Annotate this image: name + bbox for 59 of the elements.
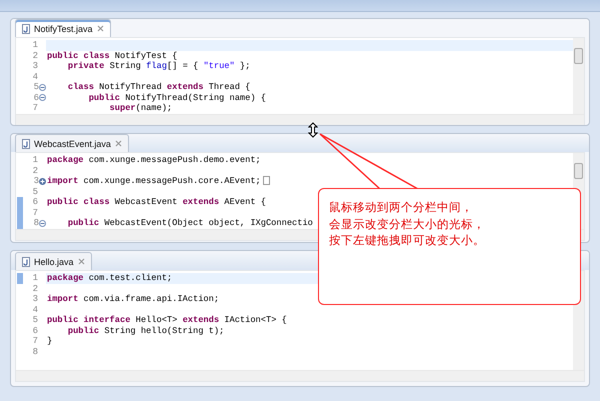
- editor-tab[interactable]: WebcastEvent.java: [15, 134, 129, 152]
- line-number: 7: [32, 208, 38, 218]
- line-number: 5: [32, 186, 38, 197]
- line-number: 7: [32, 336, 38, 346]
- line-number: 6: [34, 92, 39, 103]
- line-number: 1: [32, 40, 38, 50]
- code-line: class NotifyThread extends Thread {: [66, 82, 250, 92]
- horizontal-scrollbar[interactable]: [16, 114, 584, 124]
- editor-tab[interactable]: NotifyTest.java: [15, 19, 111, 37]
- close-icon[interactable]: [114, 140, 122, 147]
- code-line: import com.xunge.messagePush.core.AEvent;: [47, 176, 261, 186]
- java-file-icon: [22, 24, 30, 34]
- line-number: 3: [34, 176, 39, 186]
- line-number: 6: [32, 197, 38, 208]
- folded-code-icon[interactable]: [262, 176, 270, 186]
- line-number: 4: [32, 72, 38, 82]
- code-line: public interface Hello<T> extends IAction<T> {: [47, 315, 287, 325]
- code-line: public String hello(String t);: [66, 326, 224, 336]
- line-number: 5: [34, 82, 39, 92]
- line-number: 2: [32, 166, 38, 176]
- code-line: public class NotifyTest {: [47, 50, 178, 60]
- collapse-icon[interactable]: [39, 84, 46, 91]
- line-number: 8: [32, 346, 38, 357]
- line-number: 1: [32, 155, 38, 166]
- line-number: 3: [32, 294, 38, 304]
- tab-label: WebcastEvent.java: [34, 138, 111, 148]
- code-line: super(name);: [108, 103, 172, 113]
- line-number: 5: [32, 315, 38, 326]
- java-file-icon: [22, 138, 30, 148]
- code-line: private String flag[] = { "true" };: [66, 61, 250, 71]
- vertical-scrollbar[interactable]: [573, 38, 584, 114]
- tab-label: NotifyTest.java: [34, 24, 93, 34]
- java-file-icon: [22, 256, 30, 266]
- line-number: 3: [32, 61, 38, 72]
- collapse-icon[interactable]: [39, 94, 46, 102]
- editor-tab[interactable]: Hello.java: [15, 252, 92, 270]
- line-number: 1: [32, 273, 38, 284]
- line-number: 8: [34, 218, 39, 228]
- code-line: package com.xunge.messagePush.demo.event;: [47, 155, 261, 165]
- callout-text: 鼠标移动到两个分栏中间，: [329, 199, 474, 216]
- line-number: 7: [32, 103, 38, 114]
- line-number: 2: [32, 284, 38, 294]
- code-line: package com.test.client;: [47, 273, 172, 283]
- close-icon[interactable]: [78, 258, 85, 265]
- line-number: 2: [32, 50, 38, 61]
- line-number: 6: [32, 326, 38, 336]
- code-line: import com.via.frame.api.IAction;: [47, 294, 220, 304]
- callout-text: 按下左键拖拽即可改变大小。: [329, 232, 486, 248]
- expand-icon[interactable]: [39, 178, 46, 185]
- code-line: public NotifyThread(String name) {: [88, 92, 266, 102]
- code-line: }: [47, 336, 52, 346]
- close-icon[interactable]: [96, 25, 104, 32]
- collapse-icon[interactable]: [39, 220, 46, 227]
- tab-label: Hello.java: [34, 256, 74, 266]
- callout-text: 会显示改变分栏大小的光标，: [329, 216, 486, 232]
- code-line: public WebcastEvent(Object object, IXgConnectio: [66, 218, 313, 228]
- horizontal-scrollbar[interactable]: [16, 370, 584, 381]
- line-number: 4: [32, 304, 38, 315]
- code-line: public class WebcastEvent extends AEvent {: [47, 197, 266, 207]
